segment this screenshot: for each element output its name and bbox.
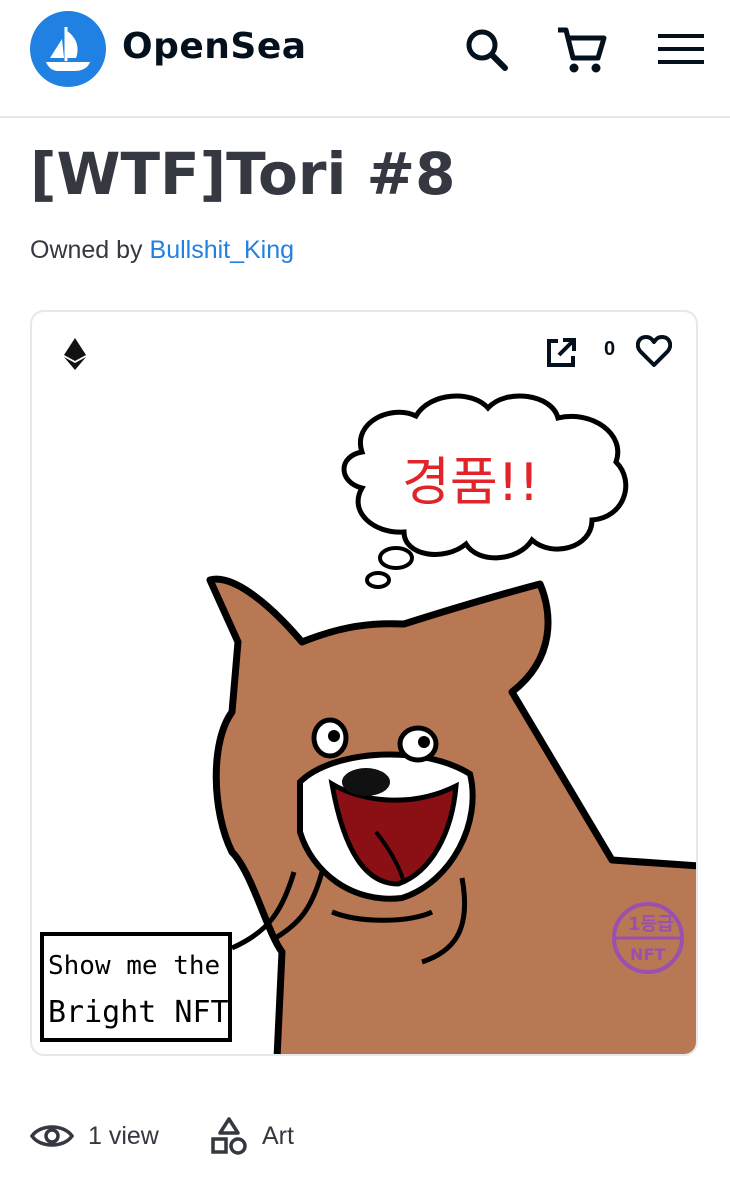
sign-line-2: Bright NFT	[48, 995, 229, 1030]
asset-media-card: 경품!! Show me the Bright NFT 1등급 NFT 0	[30, 310, 698, 1056]
hamburger-menu-icon[interactable]	[654, 22, 710, 78]
asset-stats: 1 view Art	[30, 1108, 710, 1164]
brand-name[interactable]: OpenSea	[122, 26, 307, 67]
category-label[interactable]: Art	[262, 1122, 294, 1151]
views-count: 1 view	[88, 1121, 159, 1150]
stamp-bottom-text: NFT	[630, 945, 665, 964]
nft-artwork-image: 경품!! Show me the Bright NFT 1등급 NFT	[40, 393, 696, 1054]
category-shapes-icon	[211, 1117, 247, 1155]
eye-icon	[30, 1125, 74, 1147]
search-icon[interactable]	[458, 22, 514, 78]
sign-line-1: Show me the	[48, 951, 220, 981]
cart-icon[interactable]	[553, 22, 609, 78]
favorites-count: 0	[604, 338, 616, 360]
card-toolbar: 0	[32, 312, 696, 392]
views-stat: 1 view	[30, 1108, 159, 1164]
asset-title: [WTF]Tori #8	[30, 140, 456, 208]
stamp-top-text: 1등급	[628, 914, 674, 935]
category-stat[interactable]: Art	[210, 1108, 294, 1164]
external-link-icon[interactable]	[544, 336, 578, 375]
top-navigation-bar: OpenSea	[0, 0, 730, 118]
thought-bubble-text: 경품!!	[402, 453, 539, 513]
owned-by-label: Owned by	[30, 236, 143, 264]
owner-link[interactable]: Bullshit_King	[150, 236, 295, 264]
heart-icon[interactable]	[635, 334, 673, 373]
opensea-logo-icon[interactable]	[30, 11, 106, 87]
ethereum-icon[interactable]	[64, 338, 86, 375]
owner-line: Owned by Bullshit_King	[30, 236, 294, 265]
